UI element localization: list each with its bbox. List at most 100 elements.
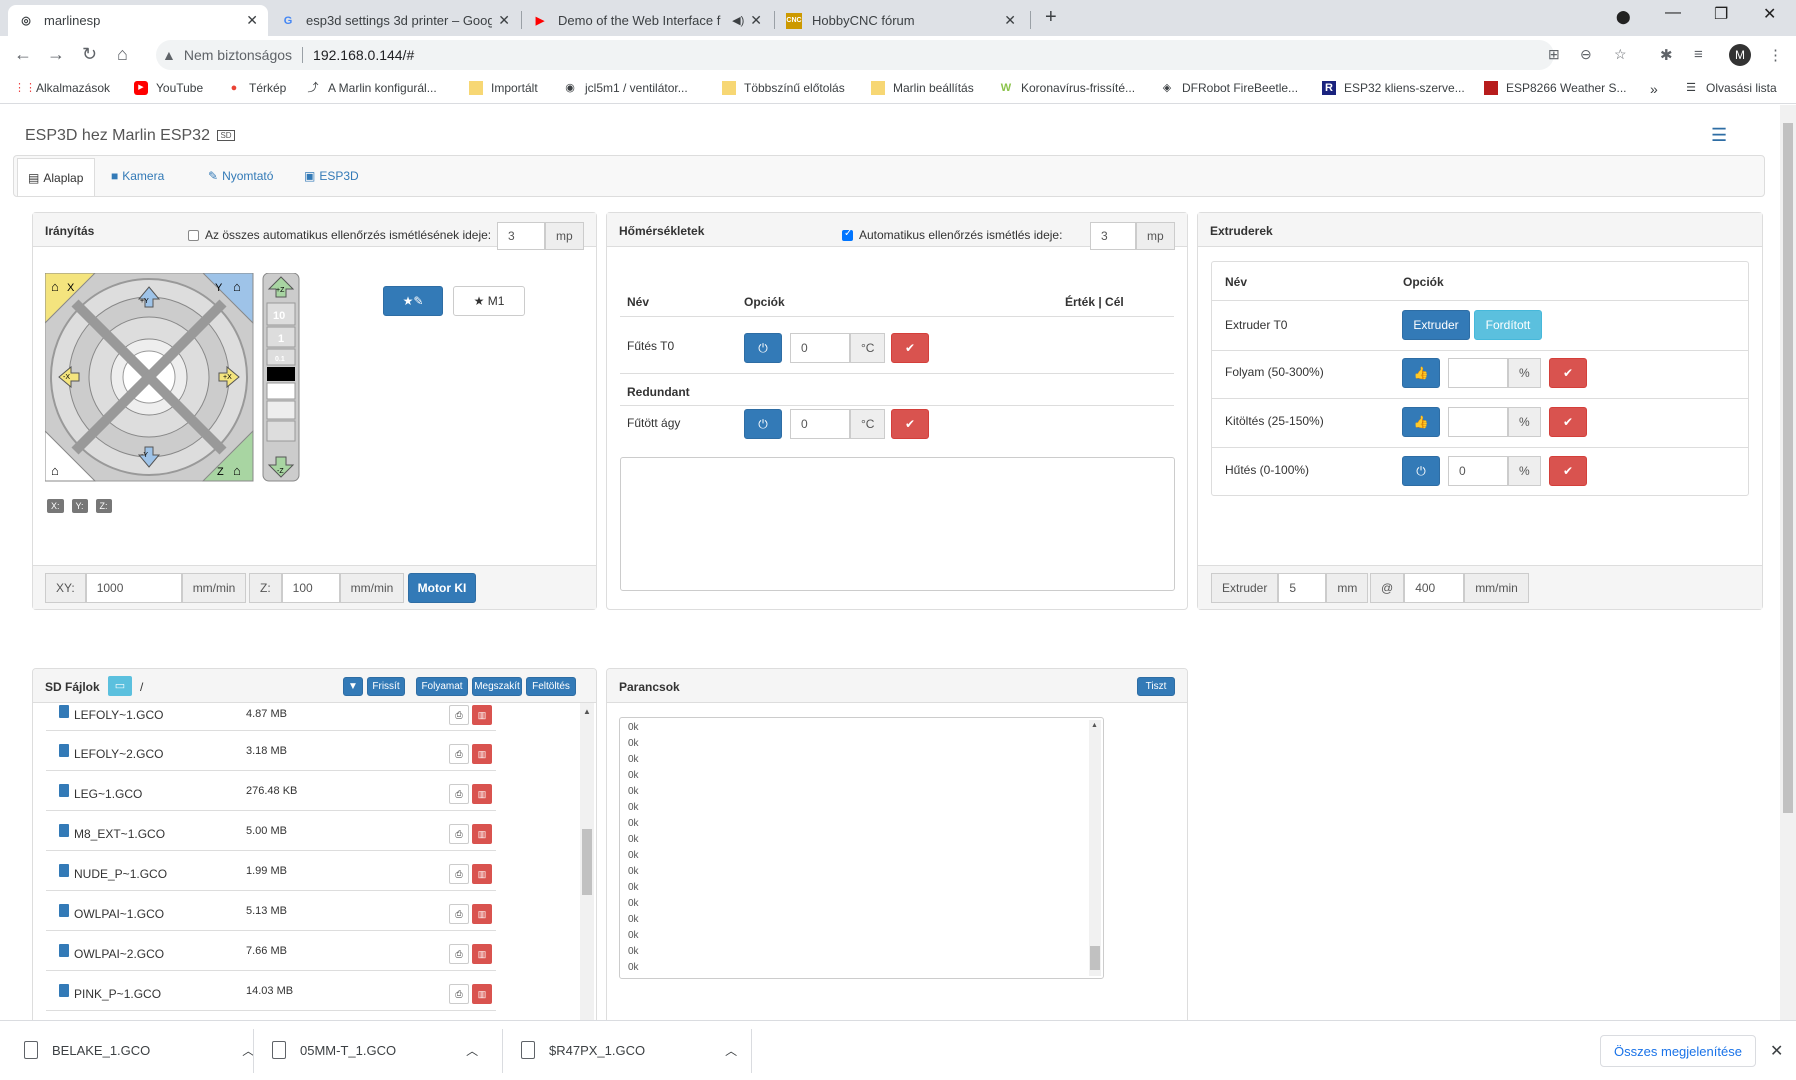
list-item[interactable]: LEFOLY~2.GCO 3.18 MB ⎙ ▥ bbox=[46, 731, 496, 771]
download-item[interactable]: $R47PX_1.GCO ︿ bbox=[521, 1041, 737, 1059]
abort-button[interactable]: Megszakít bbox=[472, 677, 522, 696]
flow-apply-button[interactable]: 👍 bbox=[1402, 358, 1440, 388]
extrude-speed-input[interactable]: 400 bbox=[1404, 573, 1465, 603]
temp-auto-checkbox[interactable] bbox=[842, 228, 853, 242]
media-icon[interactable]: ≡ bbox=[1694, 46, 1703, 63]
extensions-icon[interactable]: ✱ bbox=[1660, 46, 1673, 64]
bed-set-button[interactable]: ✔ bbox=[891, 409, 929, 439]
feed-input[interactable] bbox=[1448, 407, 1508, 437]
trash-icon[interactable]: ▥ bbox=[472, 784, 492, 804]
xy-feedrate-input[interactable]: 1000 bbox=[85, 573, 182, 603]
macro-edit-button[interactable]: ★✎ bbox=[383, 286, 443, 316]
bookmark-apps[interactable]: ⋮⋮ Alkalmazások bbox=[14, 81, 110, 95]
home-x-icon[interactable]: ⌂ bbox=[51, 279, 59, 294]
feed-apply-button[interactable]: 👍 bbox=[1402, 407, 1440, 437]
home-all-icon[interactable]: ⌂ bbox=[51, 463, 59, 478]
download-item[interactable]: 05MM-T_1.GCO ︿ bbox=[272, 1041, 478, 1059]
heater-t0-input[interactable]: 0 bbox=[790, 333, 850, 363]
fan-input[interactable]: 0 bbox=[1448, 456, 1508, 486]
close-icon[interactable]: ✕ bbox=[1004, 12, 1016, 29]
bookmark-marlin[interactable]: ⤴ A Marlin konfigurál... bbox=[306, 81, 437, 95]
bookmark-weather[interactable]: ESP8266 Weather S... bbox=[1484, 81, 1627, 95]
auto-interval-input[interactable]: 3 bbox=[497, 222, 545, 250]
bookmark-youtube[interactable]: ▶ YouTube bbox=[134, 81, 203, 95]
star-icon[interactable]: ☆ bbox=[1614, 46, 1627, 63]
refresh-button[interactable]: Frissít bbox=[367, 677, 405, 696]
flow-input[interactable] bbox=[1448, 358, 1508, 388]
sd-folder-icon[interactable]: ▭ bbox=[108, 676, 132, 696]
tab-youtube[interactable]: ▶ Demo of the Web Interface f ◀) ✕ bbox=[522, 5, 772, 36]
more-bookmarks-icon[interactable]: » bbox=[1650, 81, 1658, 97]
close-downloads-icon[interactable]: ✕ bbox=[1770, 1041, 1783, 1061]
list-item[interactable]: LEG~1.GCO 276.48 KB ⎙ ▥ bbox=[46, 771, 496, 811]
bookmark-map[interactable]: ● Térkép bbox=[227, 81, 287, 95]
list-item[interactable]: OWLPAI~1.GCO 5.13 MB ⎙ ▥ bbox=[46, 891, 496, 931]
new-tab-icon[interactable]: + bbox=[1045, 6, 1057, 29]
trash-icon[interactable]: ▥ bbox=[472, 824, 492, 844]
reverse-button[interactable]: Fordított bbox=[1474, 310, 1542, 340]
home-y-icon[interactable]: ⌂ bbox=[233, 279, 241, 294]
bookmark-dfrobot[interactable]: ◈ DFRobot FireBeetle... bbox=[1160, 81, 1298, 95]
trash-icon[interactable]: ▥ bbox=[472, 744, 492, 764]
bookmark-marlin-settings[interactable]: Marlin beállítás bbox=[871, 81, 974, 95]
macro-m1-button[interactable]: ★ M1 bbox=[453, 286, 525, 316]
scroll-up-icon[interactable]: ▲ bbox=[1091, 722, 1098, 729]
motor-off-button[interactable]: Motor KI bbox=[408, 573, 476, 603]
forward-icon[interactable]: → bbox=[47, 44, 65, 65]
print-icon[interactable]: ⎙ bbox=[449, 944, 469, 964]
list-item[interactable]: OWLPAI~2.GCO 7.66 MB ⎙ ▥ bbox=[46, 931, 496, 971]
heater-t0-set-button[interactable]: ✔ bbox=[891, 333, 929, 363]
menu-icon[interactable]: ⋮ bbox=[1768, 46, 1783, 64]
show-all-downloads-button[interactable]: Összes megjelenítése bbox=[1600, 1035, 1756, 1067]
clear-button[interactable]: Tiszt bbox=[1137, 677, 1175, 696]
print-icon[interactable]: ⎙ bbox=[449, 864, 469, 884]
heater-t0-power-button[interactable]: ⏻ bbox=[744, 333, 782, 363]
speaker-icon[interactable]: ◀) bbox=[732, 14, 744, 27]
tab-kamera[interactable]: ■ Kamera bbox=[101, 156, 174, 196]
bookmark-multicolor[interactable]: Többszínű előtolás bbox=[722, 81, 845, 95]
progress-button[interactable]: Folyamat bbox=[416, 677, 468, 696]
print-icon[interactable]: ⎙ bbox=[449, 904, 469, 924]
print-icon[interactable]: ⎙ bbox=[449, 705, 469, 725]
extrude-length-input[interactable]: 5 bbox=[1278, 573, 1327, 603]
bookmark-github[interactable]: ◉ jcl5m1 / ventilátor... bbox=[563, 81, 688, 95]
bookmark-corona[interactable]: W Koronavírus-frissíté... bbox=[999, 81, 1135, 95]
list-item[interactable]: LEFOLY~1.GCO 4.87 MB ⎙ ▥ bbox=[46, 703, 496, 731]
auto-check-checkbox[interactable] bbox=[188, 230, 199, 242]
tab-esp3d[interactable]: ▣ ESP3D bbox=[294, 156, 369, 196]
fan-set-button[interactable]: ✔ bbox=[1549, 456, 1587, 486]
z-step-10[interactable]: 10 bbox=[273, 310, 285, 322]
security-label[interactable]: Nem biztonságos bbox=[184, 47, 292, 63]
restore-icon[interactable]: ❐ bbox=[1714, 4, 1728, 24]
bed-power-button[interactable]: ⏻ bbox=[744, 409, 782, 439]
sd-scrollbar[interactable]: ▲ bbox=[580, 703, 594, 1027]
fan-power-button[interactable]: ⏻ bbox=[1402, 456, 1440, 486]
home-icon[interactable]: ⌂ bbox=[117, 44, 128, 65]
trash-icon[interactable]: ▥ bbox=[472, 984, 492, 1004]
menu-icon[interactable]: ☰ bbox=[1711, 125, 1727, 146]
scroll-thumb[interactable] bbox=[1783, 123, 1793, 813]
chevron-up-icon[interactable]: ︿ bbox=[725, 1042, 737, 1059]
tab-alaplap[interactable]: ▤ Alaplap bbox=[17, 158, 95, 196]
trash-icon[interactable]: ▥ bbox=[472, 944, 492, 964]
scroll-thumb[interactable] bbox=[1090, 946, 1100, 970]
tab-hobbycnc[interactable]: CNC HobbyCNC fórum ✕ bbox=[776, 5, 1026, 36]
trash-icon[interactable]: ▥ bbox=[472, 864, 492, 884]
back-icon[interactable]: ← bbox=[14, 44, 32, 65]
print-icon[interactable]: ⎙ bbox=[449, 824, 469, 844]
jog-control[interactable]: ⌂ X Y ⌂ ⌂ Z ⌂ +Y -Y -X +X +Z 10 1 0.1 -Z bbox=[45, 273, 303, 489]
scroll-thumb[interactable] bbox=[582, 829, 592, 895]
temp-interval-input[interactable]: 3 bbox=[1090, 222, 1136, 250]
reload-icon[interactable]: ↻ bbox=[82, 44, 97, 65]
bookmark-esp32[interactable]: R ESP32 kliens-szerve... bbox=[1322, 81, 1465, 95]
filter-button[interactable]: ▼ bbox=[343, 677, 363, 696]
tab-google[interactable]: G esp3d settings 3d printer – Goog ✕ bbox=[270, 5, 520, 36]
command-output[interactable]: 0k 0k 0k 0k 0k 0k 0k 0k 0k 0k 0k 0k 0k 0… bbox=[619, 717, 1104, 979]
tab-marlinesp[interactable]: ◎ marlinesp ✕ bbox=[8, 5, 268, 36]
address-bar[interactable]: ▲ Nem biztonságos 192.168.0.144/# ⊞ ⊖ ☆ bbox=[156, 40, 1627, 70]
url-text[interactable]: 192.168.0.144/# bbox=[313, 47, 414, 63]
zoom-icon[interactable]: ⊖ bbox=[1580, 46, 1592, 63]
bed-temp-input[interactable]: 0 bbox=[790, 409, 850, 439]
minimize-icon[interactable]: — bbox=[1665, 4, 1681, 22]
tab-search-icon[interactable]: ⬤ bbox=[1616, 9, 1631, 25]
